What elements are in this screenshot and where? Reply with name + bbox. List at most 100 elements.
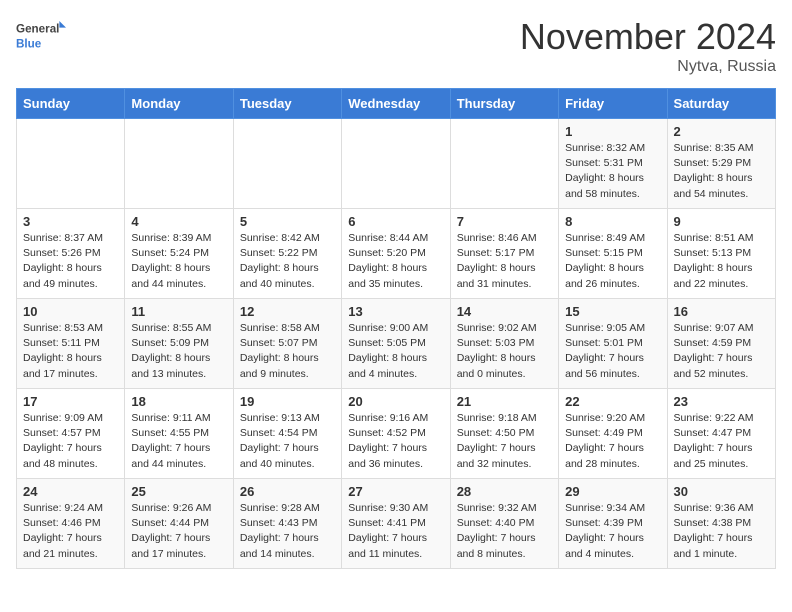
calendar-cell: 10 Sunrise: 8:53 AM Sunset: 5:11 PM Dayli… xyxy=(17,299,125,389)
calendar-cell: 21 Sunrise: 9:18 AM Sunset: 4:50 PM Dayli… xyxy=(450,389,558,479)
day-number: 1 xyxy=(565,124,660,139)
day-number: 18 xyxy=(131,394,226,409)
day-info: Sunrise: 8:42 AM Sunset: 5:22 PM Dayligh… xyxy=(240,231,335,292)
calendar-week-1: 1 Sunrise: 8:32 AM Sunset: 5:31 PM Daylig… xyxy=(17,119,776,209)
calendar-cell: 15 Sunrise: 9:05 AM Sunset: 5:01 PM Dayli… xyxy=(559,299,667,389)
calendar-cell xyxy=(233,119,341,209)
calendar-cell xyxy=(450,119,558,209)
calendar-cell: 7 Sunrise: 8:46 AM Sunset: 5:17 PM Daylig… xyxy=(450,209,558,299)
calendar-cell: 30 Sunrise: 9:36 AM Sunset: 4:38 PM Dayli… xyxy=(667,479,775,569)
calendar-cell: 16 Sunrise: 9:07 AM Sunset: 4:59 PM Dayli… xyxy=(667,299,775,389)
calendar-cell: 23 Sunrise: 9:22 AM Sunset: 4:47 PM Dayli… xyxy=(667,389,775,479)
day-info: Sunrise: 9:00 AM Sunset: 5:05 PM Dayligh… xyxy=(348,321,443,382)
day-info: Sunrise: 8:44 AM Sunset: 5:20 PM Dayligh… xyxy=(348,231,443,292)
day-number: 12 xyxy=(240,304,335,319)
day-info: Sunrise: 8:55 AM Sunset: 5:09 PM Dayligh… xyxy=(131,321,226,382)
calendar-cell: 5 Sunrise: 8:42 AM Sunset: 5:22 PM Daylig… xyxy=(233,209,341,299)
day-number: 22 xyxy=(565,394,660,409)
calendar-week-5: 24Sunrise: 9:24 AM Sunset: 4:46 PM Dayli… xyxy=(17,479,776,569)
day-info: Sunrise: 9:13 AM Sunset: 4:54 PM Dayligh… xyxy=(240,411,335,472)
svg-text:Blue: Blue xyxy=(16,38,42,51)
svg-text:General: General xyxy=(16,23,59,36)
day-number: 15 xyxy=(565,304,660,319)
day-info: Sunrise: 8:37 AM Sunset: 5:26 PM Dayligh… xyxy=(23,231,118,292)
day-info: Sunrise: 9:20 AM Sunset: 4:49 PM Dayligh… xyxy=(565,411,660,472)
calendar-cell: 28 Sunrise: 9:32 AM Sunset: 4:40 PM Dayli… xyxy=(450,479,558,569)
calendar-cell: 3 Sunrise: 8:37 AM Sunset: 5:26 PM Daylig… xyxy=(17,209,125,299)
calendar-cell: 11 Sunrise: 8:55 AM Sunset: 5:09 PM Dayli… xyxy=(125,299,233,389)
day-number: 13 xyxy=(348,304,443,319)
day-info: Sunrise: 9:32 AM Sunset: 4:40 PM Dayligh… xyxy=(457,501,552,562)
calendar-cell: 8 Sunrise: 8:49 AM Sunset: 5:15 PM Daylig… xyxy=(559,209,667,299)
day-number: 7 xyxy=(457,214,552,229)
day-info: Sunrise: 9:05 AM Sunset: 5:01 PM Dayligh… xyxy=(565,321,660,382)
calendar-cell: 17Sunrise: 9:09 AM Sunset: 4:57 PM Dayli… xyxy=(17,389,125,479)
calendar-cell: 26Sunrise: 9:28 AM Sunset: 4:43 PM Dayli… xyxy=(233,479,341,569)
day-number: 27 xyxy=(348,484,443,499)
day-info: Sunrise: 9:07 AM Sunset: 4:59 PM Dayligh… xyxy=(674,321,769,382)
day-number: 8 xyxy=(565,214,660,229)
day-number: 25 xyxy=(131,484,226,499)
day-number: 24 xyxy=(23,484,118,499)
day-number: 28 xyxy=(457,484,552,499)
calendar-week-2: 3 Sunrise: 8:37 AM Sunset: 5:26 PM Daylig… xyxy=(17,209,776,299)
header: General Blue November 2024 Nytva, Russia xyxy=(16,16,776,76)
day-info: Sunrise: 9:11 AM Sunset: 4:55 PM Dayligh… xyxy=(131,411,226,472)
calendar-cell: 19Sunrise: 9:13 AM Sunset: 4:54 PM Dayli… xyxy=(233,389,341,479)
day-number: 5 xyxy=(240,214,335,229)
calendar-cell: 14Sunrise: 9:02 AM Sunset: 5:03 PM Dayli… xyxy=(450,299,558,389)
day-info: Sunrise: 9:02 AM Sunset: 5:03 PM Dayligh… xyxy=(457,321,552,382)
logo: General Blue xyxy=(16,16,66,56)
day-number: 3 xyxy=(23,214,118,229)
calendar-cell: 18 Sunrise: 9:11 AM Sunset: 4:55 PM Dayli… xyxy=(125,389,233,479)
day-number: 20 xyxy=(348,394,443,409)
weekday-header-friday: Friday xyxy=(559,89,667,119)
calendar-cell: 22 Sunrise: 9:20 AM Sunset: 4:49 PM Dayli… xyxy=(559,389,667,479)
calendar-week-4: 17Sunrise: 9:09 AM Sunset: 4:57 PM Dayli… xyxy=(17,389,776,479)
day-number: 10 xyxy=(23,304,118,319)
weekday-header-thursday: Thursday xyxy=(450,89,558,119)
day-number: 30 xyxy=(674,484,769,499)
day-number: 17 xyxy=(23,394,118,409)
day-info: Sunrise: 9:34 AM Sunset: 4:39 PM Dayligh… xyxy=(565,501,660,562)
day-info: Sunrise: 8:32 AM Sunset: 5:31 PM Dayligh… xyxy=(565,141,660,202)
day-number: 16 xyxy=(674,304,769,319)
weekday-header-tuesday: Tuesday xyxy=(233,89,341,119)
day-info: Sunrise: 9:16 AM Sunset: 4:52 PM Dayligh… xyxy=(348,411,443,472)
title-area: November 2024 Nytva, Russia xyxy=(520,16,776,76)
day-info: Sunrise: 9:22 AM Sunset: 4:47 PM Dayligh… xyxy=(674,411,769,472)
calendar-cell: 9 Sunrise: 8:51 AM Sunset: 5:13 PM Daylig… xyxy=(667,209,775,299)
day-number: 21 xyxy=(457,394,552,409)
day-number: 11 xyxy=(131,304,226,319)
logo-svg: General Blue xyxy=(16,16,66,56)
calendar-cell: 4 Sunrise: 8:39 AM Sunset: 5:24 PM Daylig… xyxy=(125,209,233,299)
day-number: 2 xyxy=(674,124,769,139)
day-info: Sunrise: 8:39 AM Sunset: 5:24 PM Dayligh… xyxy=(131,231,226,292)
location-title: Nytva, Russia xyxy=(520,58,776,76)
calendar-cell xyxy=(17,119,125,209)
day-info: Sunrise: 8:53 AM Sunset: 5:11 PM Dayligh… xyxy=(23,321,118,382)
day-info: Sunrise: 8:49 AM Sunset: 5:15 PM Dayligh… xyxy=(565,231,660,292)
day-info: Sunrise: 9:36 AM Sunset: 4:38 PM Dayligh… xyxy=(674,501,769,562)
calendar-cell: 20 Sunrise: 9:16 AM Sunset: 4:52 PM Dayli… xyxy=(342,389,450,479)
day-info: Sunrise: 9:30 AM Sunset: 4:41 PM Dayligh… xyxy=(348,501,443,562)
calendar-week-3: 10 Sunrise: 8:53 AM Sunset: 5:11 PM Dayli… xyxy=(17,299,776,389)
day-number: 9 xyxy=(674,214,769,229)
calendar-cell xyxy=(125,119,233,209)
day-info: Sunrise: 8:35 AM Sunset: 5:29 PM Dayligh… xyxy=(674,141,769,202)
day-info: Sunrise: 8:46 AM Sunset: 5:17 PM Dayligh… xyxy=(457,231,552,292)
day-info: Sunrise: 8:51 AM Sunset: 5:13 PM Dayligh… xyxy=(674,231,769,292)
day-number: 4 xyxy=(131,214,226,229)
weekday-header-monday: Monday xyxy=(125,89,233,119)
calendar-cell: 1 Sunrise: 8:32 AM Sunset: 5:31 PM Daylig… xyxy=(559,119,667,209)
calendar-cell: 13 Sunrise: 9:00 AM Sunset: 5:05 PM Dayli… xyxy=(342,299,450,389)
month-title: November 2024 xyxy=(520,16,776,58)
day-number: 23 xyxy=(674,394,769,409)
weekday-header-sunday: Sunday xyxy=(17,89,125,119)
calendar-cell: 6Sunrise: 8:44 AM Sunset: 5:20 PM Daylig… xyxy=(342,209,450,299)
weekday-header-row: SundayMondayTuesdayWednesdayThursdayFrid… xyxy=(17,89,776,119)
day-info: Sunrise: 9:18 AM Sunset: 4:50 PM Dayligh… xyxy=(457,411,552,472)
day-info: Sunrise: 9:26 AM Sunset: 4:44 PM Dayligh… xyxy=(131,501,226,562)
calendar-cell: 25 Sunrise: 9:26 AM Sunset: 4:44 PM Dayli… xyxy=(125,479,233,569)
calendar-cell: 12Sunrise: 8:58 AM Sunset: 5:07 PM Dayli… xyxy=(233,299,341,389)
